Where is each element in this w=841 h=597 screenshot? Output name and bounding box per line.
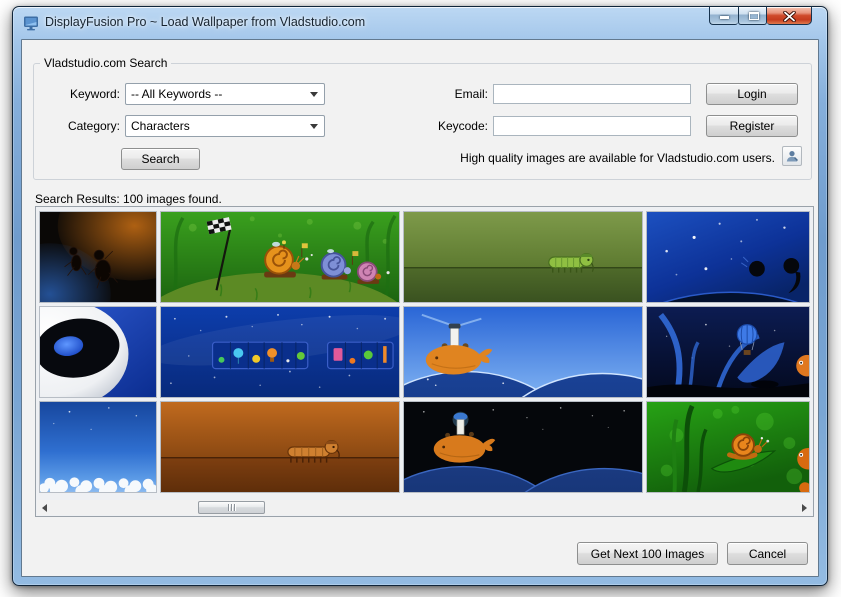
results-panel	[35, 206, 814, 517]
thumbnail[interactable]	[39, 211, 157, 303]
close-icon	[783, 11, 796, 22]
scroll-left-arrow[interactable]	[37, 500, 52, 515]
maximize-icon	[749, 12, 759, 20]
wallpaper-art-night-garden	[647, 307, 809, 397]
thumbnail[interactable]	[403, 211, 643, 303]
wallpaper-art-shelf-of-lights	[161, 307, 399, 397]
wallpaper-art-green-snail	[647, 402, 809, 492]
email-input[interactable]	[493, 84, 691, 104]
thumbnail[interactable]	[403, 306, 643, 398]
search-button[interactable]: Search	[121, 148, 200, 170]
keyword-dropdown[interactable]: -- All Keywords --	[125, 83, 325, 105]
chevron-down-icon	[310, 92, 318, 97]
titlebar[interactable]: DisplayFusion Pro ~ Load Wallpaper from …	[13, 7, 827, 39]
window-title: DisplayFusion Pro ~ Load Wallpaper from …	[45, 7, 365, 37]
minimize-icon	[720, 16, 729, 19]
monitor-icon	[23, 15, 39, 31]
groupbox-legend: Vladstudio.com Search	[40, 56, 171, 70]
search-groupbox: Vladstudio.com Search Keyword: -- All Ke…	[33, 63, 812, 180]
thumbnail-row	[39, 306, 810, 398]
close-button[interactable]	[767, 6, 812, 25]
keycode-input[interactable]	[493, 116, 691, 136]
scroll-right-arrow[interactable]	[797, 500, 812, 515]
thumbnail-row	[39, 211, 810, 303]
keycode-label: Keycode:	[406, 119, 488, 133]
user-icon	[785, 149, 799, 163]
thumbnail[interactable]	[160, 211, 400, 303]
thumbnail-row	[39, 401, 810, 493]
category-dropdown[interactable]: Characters	[125, 115, 325, 137]
email-label: Email:	[406, 87, 488, 101]
wallpaper-art-clouds	[40, 402, 156, 492]
chevron-down-icon	[310, 124, 318, 129]
thumbnail[interactable]	[160, 401, 400, 493]
left-triangle-icon	[42, 504, 47, 512]
wallpaper-art-orange-caterpillar	[161, 402, 399, 492]
grip-icon	[234, 504, 235, 511]
thumbnail[interactable]	[403, 401, 643, 493]
wallpaper-art-green-caterpillar	[404, 212, 642, 302]
wallpaper-art-robot	[40, 307, 156, 397]
grip-icon	[231, 504, 232, 511]
grip-icon	[228, 504, 229, 511]
wallpaper-art-snail-race	[161, 212, 399, 302]
thumbnail-grid	[36, 207, 813, 496]
keyword-selected-value: -- All Keywords --	[126, 87, 222, 101]
maximize-button[interactable]	[738, 6, 767, 25]
cancel-button[interactable]: Cancel	[727, 542, 808, 565]
minimize-button[interactable]	[709, 6, 738, 25]
right-triangle-icon	[802, 504, 807, 512]
thumbnail[interactable]	[39, 306, 157, 398]
wallpaper-art-whale-night	[404, 402, 642, 492]
thumbnail[interactable]	[646, 211, 810, 303]
register-button[interactable]: Register	[706, 115, 798, 137]
thumbnail[interactable]	[39, 401, 157, 493]
horizontal-scrollbar[interactable]	[37, 500, 812, 515]
results-summary: Search Results: 100 images found.	[35, 192, 222, 206]
scrollbar-thumb[interactable]	[198, 501, 265, 514]
category-label: Category:	[38, 119, 120, 133]
displayfusion-dialog: DisplayFusion Pro ~ Load Wallpaper from …	[12, 6, 828, 586]
thumbnail[interactable]	[646, 401, 810, 493]
wallpaper-art-whale-day	[404, 307, 642, 397]
login-button[interactable]: Login	[706, 83, 798, 105]
quality-note: High quality images are available for Vl…	[460, 151, 775, 165]
thumbnail[interactable]	[160, 306, 400, 398]
keyword-label: Keyword:	[38, 87, 120, 101]
thumbnail[interactable]	[646, 306, 810, 398]
screenshot-stage: DisplayFusion Pro ~ Load Wallpaper from …	[0, 0, 841, 597]
category-selected-value: Characters	[126, 119, 190, 133]
wallpaper-art-semicolon	[647, 212, 809, 302]
dialog-client-area: Vladstudio.com Search Keyword: -- All Ke…	[21, 39, 819, 577]
vladstudio-user-icon-button[interactable]	[782, 146, 802, 166]
window-controls	[709, 6, 812, 25]
get-next-100-images-button[interactable]: Get Next 100 Images	[577, 542, 718, 565]
wallpaper-art-ants	[40, 212, 156, 302]
